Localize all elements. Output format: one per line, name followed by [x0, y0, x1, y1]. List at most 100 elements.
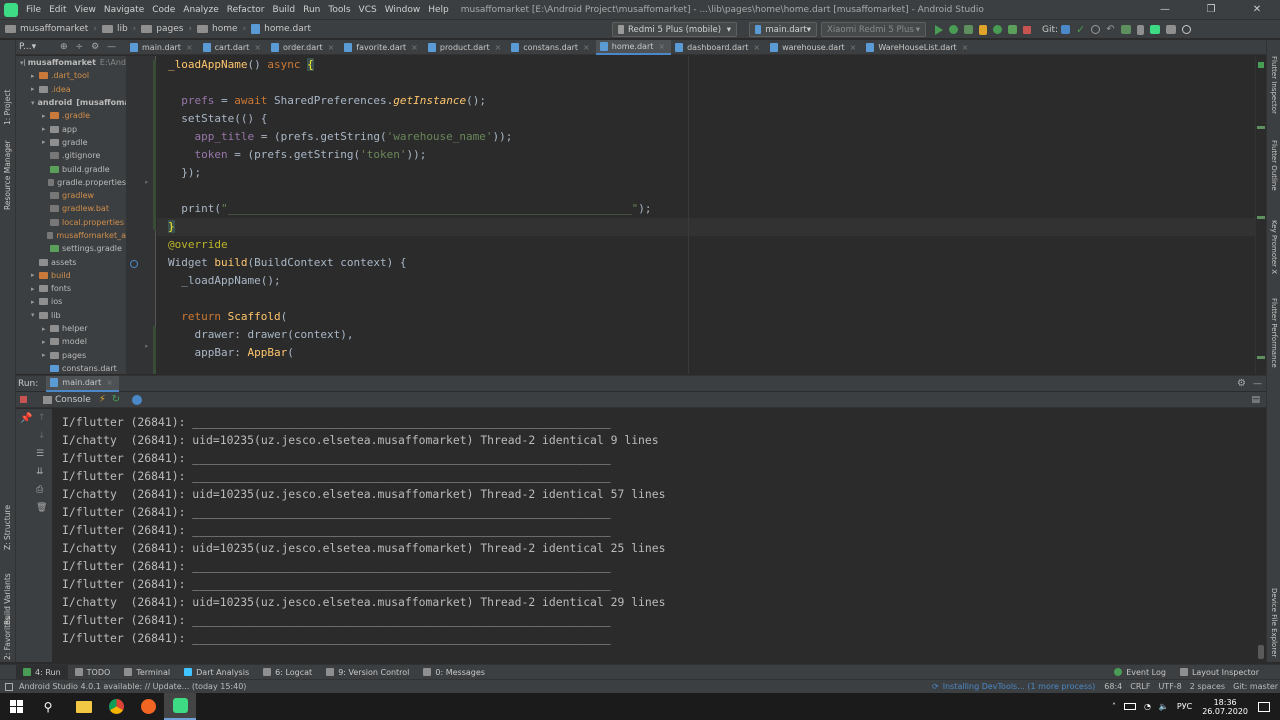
breadcrumb-home[interactable]: home	[192, 24, 243, 34]
taskbar-app-orange[interactable]	[132, 693, 164, 720]
close-icon[interactable]: ×	[106, 378, 113, 387]
tool-tab-todo[interactable]: TODO	[68, 665, 118, 680]
device-selector[interactable]: Redmi 5 Plus (mobile) ▾	[612, 22, 737, 37]
project-view-selector[interactable]: P...▾	[16, 42, 56, 52]
minimize-button[interactable]: —	[1142, 0, 1188, 20]
taskbar-file-explorer[interactable]	[68, 693, 100, 720]
update-notification[interactable]: Android Studio 4.0.1 available: // Updat…	[19, 682, 246, 691]
tree-node[interactable]: ▾ musaffomarket E:\And	[16, 56, 126, 69]
down-icon[interactable]: ↓	[38, 431, 46, 441]
search-icon[interactable]	[1181, 25, 1191, 34]
menu-build[interactable]: Build	[269, 5, 300, 15]
tree-node[interactable]: assets	[16, 255, 126, 268]
close-icon[interactable]: ×	[186, 43, 193, 52]
breadcrumb-lib[interactable]: lib	[97, 24, 133, 34]
scroll-thumb[interactable]	[1258, 645, 1264, 659]
tree-node[interactable]: gradle.properties	[16, 176, 126, 189]
editor-tab[interactable]: dashboard.dart ×	[671, 40, 766, 55]
menu-view[interactable]: View	[71, 5, 100, 15]
menu-tools[interactable]: Tools	[324, 5, 354, 15]
tool-tab-dart-analysis[interactable]: Dart Analysis	[177, 665, 256, 680]
hot-restart-icon[interactable]	[993, 25, 1002, 34]
hot-reload-icon[interactable]	[979, 24, 987, 35]
vcs-history-icon[interactable]	[1091, 25, 1101, 34]
close-icon[interactable]: ×	[411, 43, 418, 52]
editor-tab[interactable]: favorite.dart ×	[340, 40, 424, 55]
secondary-device-selector[interactable]: Xiaomi Redmi 5 Plus ▾	[821, 22, 926, 37]
scroll-to-end-icon[interactable]: ⇊	[36, 467, 44, 477]
tree-node[interactable]: ▸ ios	[16, 295, 126, 308]
attach-debugger-icon[interactable]	[1008, 25, 1017, 34]
tree-node[interactable]: ▸ .dart_tool	[16, 69, 126, 82]
clear-all-icon[interactable]: 🗑	[36, 503, 47, 513]
tool-window-favorites[interactable]: 2: Favorites	[3, 616, 12, 660]
menu-help[interactable]: Help	[424, 5, 453, 15]
expand-arrow-icon[interactable]: ▾	[20, 59, 24, 67]
menu-window[interactable]: Window	[381, 5, 425, 15]
close-icon[interactable]: ×	[850, 43, 857, 52]
file-encoding[interactable]: UTF-8	[1158, 682, 1181, 691]
collapse-arrow-icon[interactable]: ▸	[31, 72, 39, 80]
menu-file[interactable]: File	[22, 5, 45, 15]
tool-window-flutter-outline[interactable]: Flutter Outline	[1270, 140, 1278, 191]
hide-icon[interactable]: —	[107, 42, 116, 52]
background-task[interactable]: Installing DevTools... (1 more process)	[943, 682, 1096, 691]
battery-icon[interactable]	[1123, 703, 1136, 710]
collapse-arrow-icon[interactable]: ▸	[42, 112, 50, 120]
collapse-icon[interactable]: ÷	[76, 42, 84, 52]
override-marker-icon[interactable]	[130, 260, 138, 268]
tree-node[interactable]: ▸ fonts	[16, 282, 126, 295]
collapse-arrow-icon[interactable]: ▸	[31, 85, 39, 93]
tree-node[interactable]: local.properties	[16, 216, 126, 229]
tool-tab-terminal[interactable]: Terminal	[117, 665, 177, 680]
indent-setting[interactable]: 2 spaces	[1190, 682, 1225, 691]
vcs-commit-icon[interactable]: ✓	[1076, 23, 1085, 36]
menu-run[interactable]: Run	[299, 5, 324, 15]
close-icon[interactable]: ×	[495, 43, 502, 52]
stop-icon[interactable]	[20, 396, 27, 403]
tray-expand-icon[interactable]: ˄	[1112, 702, 1116, 711]
collapse-arrow-icon[interactable]: ▸	[31, 285, 39, 293]
breadcrumb-project[interactable]: musaffomarket	[0, 24, 93, 34]
maximize-button[interactable]: ❐	[1188, 0, 1234, 20]
tree-node[interactable]: ▾ lib	[16, 309, 126, 322]
close-icon[interactable]: ×	[658, 42, 665, 51]
run-config-selector[interactable]: main.dart ▾	[749, 22, 817, 37]
menu-refactor[interactable]: Refactor	[223, 5, 269, 15]
close-icon[interactable]: ×	[753, 43, 760, 52]
up-icon[interactable]: ↑	[38, 413, 46, 423]
devtools-icon[interactable]	[132, 394, 143, 405]
menu-vcs[interactable]: VCS	[355, 5, 381, 15]
run-config-tab[interactable]: main.dart ×	[46, 375, 119, 392]
tool-window-resource-manager[interactable]: Resource Manager	[3, 140, 12, 210]
editor-tab[interactable]: warehouse.dart ×	[766, 40, 862, 55]
tool-tab-version-control[interactable]: 9: Version Control	[319, 665, 416, 680]
settings-icon[interactable]: ⚙	[1237, 378, 1246, 389]
sdk-manager-icon[interactable]	[1149, 25, 1160, 34]
caret-position[interactable]: 68:4	[1104, 682, 1122, 691]
soft-wrap-icon[interactable]: ☰	[36, 449, 44, 459]
line-separator[interactable]: CRLF	[1130, 682, 1150, 691]
tool-tab-run[interactable]: 4: Run	[16, 664, 68, 680]
hot-reload-icon[interactable]: ⚡	[99, 394, 106, 405]
tree-node[interactable]: ▾ android [musaffoma	[16, 96, 126, 109]
tool-window-flutter-performance[interactable]: Flutter Performance	[1270, 298, 1278, 368]
tree-node[interactable]: gradlew.bat	[16, 202, 126, 215]
tree-node[interactable]: ▸ .idea	[16, 83, 126, 96]
collapse-arrow-icon[interactable]: ▸	[42, 325, 50, 333]
tool-tab-layout-inspector[interactable]: Layout Inspector	[1173, 665, 1266, 680]
layout-icon[interactable]: ▤	[1251, 395, 1260, 405]
collapse-arrow-icon[interactable]: ▸	[42, 125, 50, 133]
pin-icon[interactable]: 📌	[20, 413, 32, 424]
tree-node[interactable]: ▸ pages	[16, 349, 126, 362]
tool-window-key-promoter[interactable]: Key Promoter X	[1270, 220, 1278, 274]
tree-node[interactable]: constans.dart	[16, 362, 126, 374]
hide-icon[interactable]: —	[1253, 379, 1262, 389]
vcs-update-icon[interactable]	[1061, 25, 1071, 34]
coverage-icon[interactable]	[964, 25, 973, 34]
tree-node[interactable]: ▸ .gradle	[16, 109, 126, 122]
code-editor[interactable]: _loadAppName() async { prefs = await Sha…	[157, 56, 1255, 374]
expand-arrow-icon[interactable]: ▾	[31, 99, 35, 107]
editor-tab[interactable]: cart.dart ×	[199, 40, 267, 55]
layout-toggle-icon[interactable]	[5, 682, 13, 691]
